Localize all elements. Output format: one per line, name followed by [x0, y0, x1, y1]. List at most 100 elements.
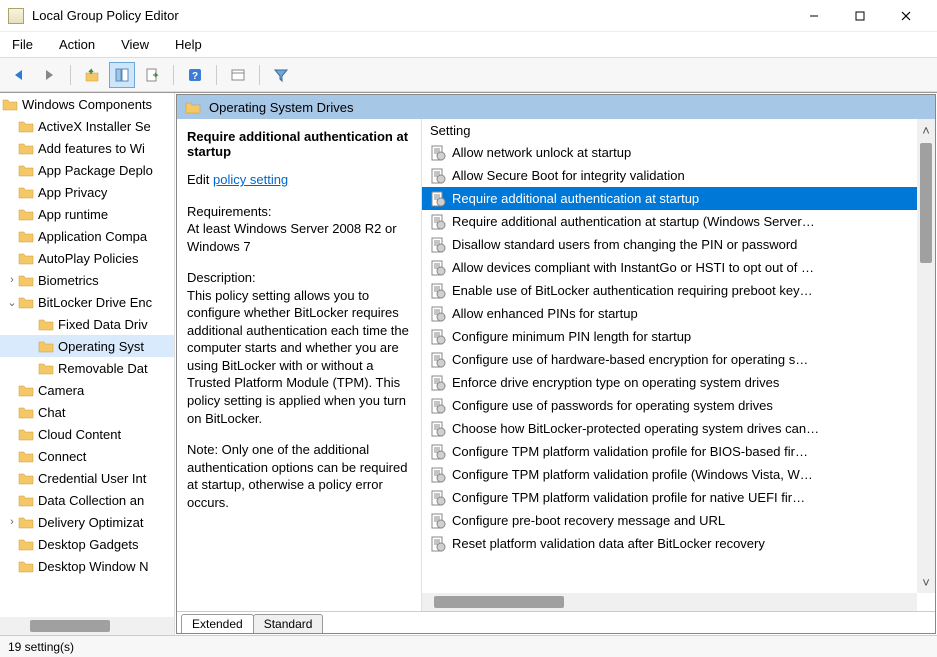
tree-node[interactable]: Add features to Wi: [0, 137, 174, 159]
tree-node[interactable]: ⌄BitLocker Drive Enc: [0, 291, 174, 313]
scroll-up-icon[interactable]: ˄: [917, 119, 935, 141]
setting-row[interactable]: Configure pre-boot recovery message and …: [422, 509, 917, 532]
folder-icon: [18, 141, 34, 155]
close-button[interactable]: [883, 2, 929, 30]
tree-node[interactable]: Connect: [0, 445, 174, 467]
content-area: Windows ComponentsActiveX Installer SeAd…: [0, 92, 937, 635]
tab-extended[interactable]: Extended: [181, 614, 254, 633]
filter-button[interactable]: [268, 62, 294, 88]
list-v-scrollbar[interactable]: ˄ ˅: [917, 119, 935, 593]
setting-row[interactable]: Allow network unlock at startup: [422, 141, 917, 164]
scroll-down-icon[interactable]: ˅: [917, 571, 935, 593]
tree-node[interactable]: › Delivery Optimizat: [0, 511, 174, 533]
setting-row[interactable]: Enable use of BitLocker authentication r…: [422, 279, 917, 302]
setting-row[interactable]: Enforce drive encryption type on operati…: [422, 371, 917, 394]
tree-label: Delivery Optimizat: [38, 515, 143, 530]
setting-row[interactable]: Allow Secure Boot for integrity validati…: [422, 164, 917, 187]
folder-icon: [18, 163, 34, 177]
tree-label: Operating Syst: [58, 339, 144, 354]
requirements-label: Requirements:: [187, 203, 413, 221]
minimize-button[interactable]: [791, 2, 837, 30]
menu-view[interactable]: View: [115, 33, 155, 56]
tree-node[interactable]: Operating Syst: [0, 335, 174, 357]
tree-label: Desktop Window N: [38, 559, 149, 574]
policy-icon: [430, 168, 446, 184]
setting-label: Choose how BitLocker-protected operating…: [452, 421, 819, 436]
setting-row[interactable]: Allow devices compliant with InstantGo o…: [422, 256, 917, 279]
policy-icon: [430, 444, 446, 460]
tree-label: Credential User Int: [38, 471, 146, 486]
tree-node[interactable]: Camera: [0, 379, 174, 401]
list-h-scrollbar[interactable]: [422, 593, 917, 611]
tree-node[interactable]: Cloud Content: [0, 423, 174, 445]
folder-icon: [18, 405, 34, 419]
tree-node[interactable]: Desktop Window N: [0, 555, 174, 577]
setting-row[interactable]: Configure TPM platform validation profil…: [422, 440, 917, 463]
setting-row[interactable]: Reset platform validation data after Bit…: [422, 532, 917, 555]
up-level-button[interactable]: [79, 62, 105, 88]
setting-label: Configure use of passwords for operating…: [452, 398, 773, 413]
menu-help[interactable]: Help: [169, 33, 208, 56]
tree-node[interactable]: ›Biometrics: [0, 269, 174, 291]
setting-row[interactable]: Configure use of passwords for operating…: [422, 394, 917, 417]
setting-row[interactable]: Configure TPM platform validation profil…: [422, 463, 917, 486]
tree-node[interactable]: App Package Deplo: [0, 159, 174, 181]
setting-label: Disallow standard users from changing th…: [452, 237, 797, 252]
setting-row[interactable]: Choose how BitLocker-protected operating…: [422, 417, 917, 440]
tree-node[interactable]: Desktop Gadgets: [0, 533, 174, 555]
tree-node[interactable]: App Privacy: [0, 181, 174, 203]
folder-icon: [18, 295, 34, 309]
tree-node[interactable]: Chat: [0, 401, 174, 423]
maximize-button[interactable]: [837, 2, 883, 30]
status-text: 19 setting(s): [8, 640, 74, 654]
folder-icon: [18, 427, 34, 441]
tree-expander[interactable]: ⌄: [6, 296, 18, 309]
tree-expander[interactable]: ›: [6, 516, 18, 528]
tree-label: Cloud Content: [38, 427, 121, 442]
toolbar: ?: [0, 58, 937, 92]
tree-h-scrollbar[interactable]: [0, 617, 174, 635]
main-pane: Operating System Drives Require addition…: [176, 94, 936, 634]
menu-file[interactable]: File: [6, 33, 39, 56]
show-hide-tree-button[interactable]: [109, 62, 135, 88]
tree-node[interactable]: Fixed Data Driv: [0, 313, 174, 335]
export-list-button[interactable]: [139, 62, 165, 88]
setting-row[interactable]: Require additional authentication at sta…: [422, 210, 917, 233]
setting-label: Require additional authentication at sta…: [452, 191, 699, 206]
tab-standard[interactable]: Standard: [253, 614, 324, 633]
setting-row[interactable]: Require additional authentication at sta…: [422, 187, 917, 210]
tree-node[interactable]: Data Collection an: [0, 489, 174, 511]
setting-row[interactable]: Disallow standard users from changing th…: [422, 233, 917, 256]
nav-forward-button[interactable]: [36, 62, 62, 88]
menu-action[interactable]: Action: [53, 33, 101, 56]
folder-icon: [18, 383, 34, 397]
tree-node[interactable]: Removable Dat: [0, 357, 174, 379]
tree-node[interactable]: ActiveX Installer Se: [0, 115, 174, 137]
folder-icon: [18, 449, 34, 463]
tabs-strip: Extended Standard: [177, 611, 935, 633]
setting-row[interactable]: Configure TPM platform validation profil…: [422, 486, 917, 509]
description-text: This policy setting allows you to config…: [187, 287, 413, 427]
edit-policy-link[interactable]: policy setting: [213, 172, 288, 187]
nav-back-button[interactable]: [6, 62, 32, 88]
column-header-setting[interactable]: Setting: [422, 119, 917, 141]
tree-label: Desktop Gadgets: [38, 537, 138, 552]
policy-icon: [430, 329, 446, 345]
selected-policy-title: Require additional authentication at sta…: [187, 129, 413, 159]
setting-row[interactable]: Configure minimum PIN length for startup: [422, 325, 917, 348]
tree-label: App Privacy: [38, 185, 107, 200]
tree-node[interactable]: App runtime: [0, 203, 174, 225]
folder-icon: [18, 537, 34, 551]
tree-label: Camera: [38, 383, 84, 398]
help-button[interactable]: ?: [182, 62, 208, 88]
tree-expander[interactable]: ›: [6, 274, 18, 286]
setting-row[interactable]: Allow enhanced PINs for startup: [422, 302, 917, 325]
properties-button[interactable]: [225, 62, 251, 88]
tree-node[interactable]: Credential User Int: [0, 467, 174, 489]
tree-node[interactable]: Application Compa: [0, 225, 174, 247]
folder-icon: [18, 207, 34, 221]
tree-node-root[interactable]: Windows Components: [0, 93, 174, 115]
setting-row[interactable]: Configure use of hardware-based encrypti…: [422, 348, 917, 371]
policy-icon: [430, 490, 446, 506]
tree-node[interactable]: AutoPlay Policies: [0, 247, 174, 269]
